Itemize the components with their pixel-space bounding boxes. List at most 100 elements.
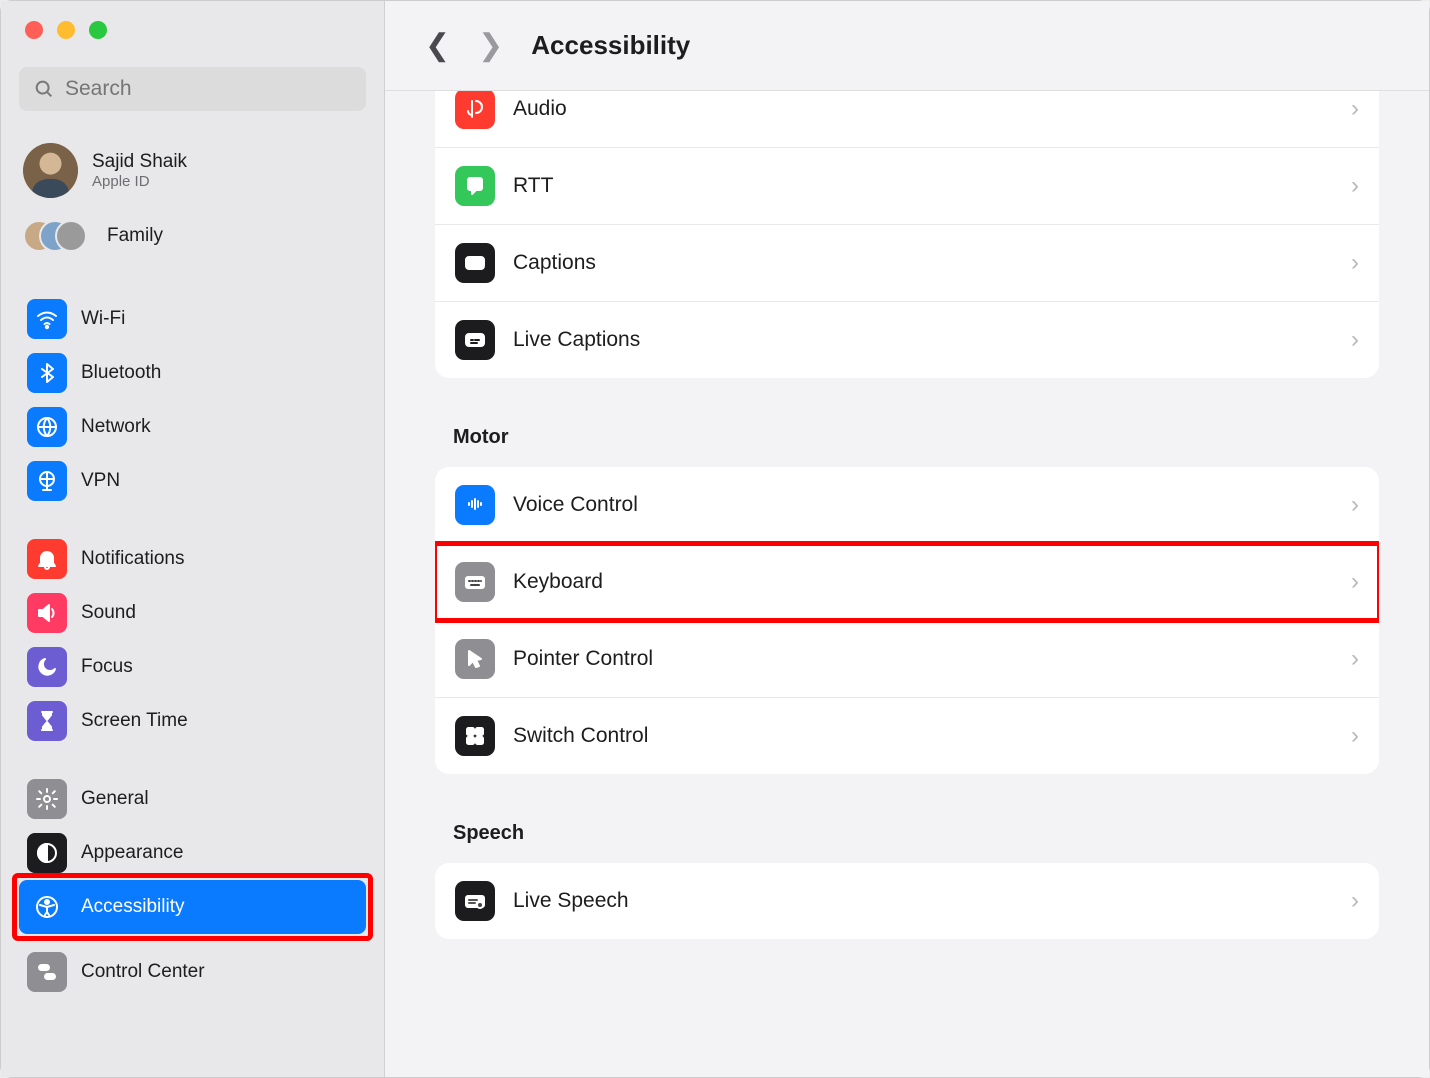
search-box[interactable] (19, 67, 366, 111)
hourglass-icon (27, 701, 67, 741)
section-title-speech: Speech (453, 822, 1379, 845)
window-controls (25, 21, 366, 39)
sidebar-item-vpn[interactable]: VPN (19, 454, 366, 508)
search-input[interactable] (65, 77, 352, 101)
user-subtitle: Apple ID (92, 173, 187, 190)
main-header: ❮ ❯ Accessibility (385, 1, 1429, 91)
family-row[interactable]: Family (19, 210, 366, 262)
live-captions-icon (455, 320, 495, 360)
list-item-label: Captions (513, 251, 1333, 275)
chevron-right-icon: › (1351, 249, 1359, 277)
sound-icon (27, 593, 67, 633)
audio-icon (455, 91, 495, 129)
sidebar-item-network[interactable]: Network (19, 400, 366, 454)
list-item-voice-control[interactable]: Voice Control › (435, 467, 1379, 544)
switches-icon (27, 952, 67, 992)
list-item-label: Pointer Control (513, 647, 1333, 671)
minimize-button[interactable] (57, 21, 75, 39)
sidebar: Sajid Shaik Apple ID Family Wi-Fi Bluetoo… (1, 1, 385, 1077)
list-item-label: RTT (513, 174, 1333, 198)
highlight-accessibility-sidebar: Accessibility (12, 873, 373, 941)
sidebar-item-accessibility[interactable]: Accessibility (19, 880, 366, 934)
pointer-icon (455, 639, 495, 679)
gear-icon (27, 779, 67, 819)
motor-list: Voice Control›Keyboard›Pointer Control›S… (435, 467, 1379, 774)
main-pane: ❮ ❯ Accessibility Audio›RTT›CCCaptions›L… (385, 1, 1429, 1077)
accessibility-icon (27, 887, 67, 927)
list-item-switch-control[interactable]: Switch Control › (435, 698, 1379, 774)
list-item-pointer-control[interactable]: Pointer Control › (435, 621, 1379, 698)
sidebar-item-label: Accessibility (81, 896, 184, 918)
chevron-right-icon: › (1351, 491, 1359, 519)
svg-text:CC: CC (469, 260, 481, 269)
keyboard-icon (455, 562, 495, 602)
sidebar-item-label: VPN (81, 470, 120, 492)
list-item-captions[interactable]: CC Captions › (435, 225, 1379, 302)
list-item-label: Audio (513, 97, 1333, 121)
live-speech-icon (455, 881, 495, 921)
page-title: Accessibility (531, 30, 690, 61)
chevron-right-icon: › (1351, 326, 1359, 354)
family-label: Family (107, 225, 163, 247)
forward-button[interactable]: ❯ (478, 28, 503, 63)
sidebar-item-sound[interactable]: Sound (19, 586, 366, 640)
sidebar-item-wi-fi[interactable]: Wi-Fi (19, 292, 366, 346)
sidebar-item-label: Appearance (81, 842, 183, 864)
user-name: Sajid Shaik (92, 151, 187, 173)
chevron-right-icon: › (1351, 887, 1359, 915)
list-item-live-captions[interactable]: Live Captions › (435, 302, 1379, 378)
captions-icon: CC (455, 243, 495, 283)
family-avatars (23, 216, 93, 256)
search-icon (33, 78, 55, 100)
list-item-rtt[interactable]: RTT › (435, 148, 1379, 225)
bell-icon (27, 539, 67, 579)
sidebar-item-label: Wi-Fi (81, 308, 125, 330)
list-item-label: Live Speech (513, 889, 1333, 913)
moon-icon (27, 647, 67, 687)
chevron-right-icon: › (1351, 722, 1359, 750)
sidebar-item-bluetooth[interactable]: Bluetooth (19, 346, 366, 400)
sidebar-item-notifications[interactable]: Notifications (19, 532, 366, 586)
list-item-label: Keyboard (513, 570, 1333, 594)
network-icon (27, 407, 67, 447)
list-item-label: Switch Control (513, 724, 1333, 748)
sidebar-item-focus[interactable]: Focus (19, 640, 366, 694)
switch-control-icon (455, 716, 495, 756)
chevron-right-icon: › (1351, 568, 1359, 596)
maximize-button[interactable] (89, 21, 107, 39)
apple-id-row[interactable]: Sajid Shaik Apple ID (19, 137, 366, 204)
avatar (23, 143, 78, 198)
chevron-right-icon: › (1351, 172, 1359, 200)
sidebar-item-label: Control Center (81, 961, 205, 983)
sidebar-item-label: Bluetooth (81, 362, 161, 384)
sidebar-item-appearance[interactable]: Appearance (19, 826, 366, 880)
list-item-audio[interactable]: Audio › (435, 91, 1379, 148)
appearance-icon (27, 833, 67, 873)
voice-control-icon (455, 485, 495, 525)
close-button[interactable] (25, 21, 43, 39)
sidebar-item-label: Focus (81, 656, 133, 678)
list-item-label: Live Captions (513, 328, 1333, 352)
speech-list: Live Speech › (435, 863, 1379, 939)
hearing-list: Audio › RTT › CC Captions › Live Captions › (435, 91, 1379, 378)
content: Audio › RTT › CC Captions › Live Captions › Moto… (385, 91, 1429, 1077)
sidebar-item-label: General (81, 788, 149, 810)
bluetooth-icon (27, 353, 67, 393)
list-item-label: Voice Control (513, 493, 1333, 517)
vpn-icon (27, 461, 67, 501)
back-button[interactable]: ❮ (425, 28, 450, 63)
sidebar-item-label: Sound (81, 602, 136, 624)
sidebar-item-label: Screen Time (81, 710, 188, 732)
list-item-live-speech[interactable]: Live Speech › (435, 863, 1379, 939)
list-item-keyboard[interactable]: Keyboard › (435, 544, 1379, 621)
rtt-icon (455, 166, 495, 206)
sidebar-item-screen-time[interactable]: Screen Time (19, 694, 366, 748)
section-title-motor: Motor (453, 426, 1379, 449)
chevron-right-icon: › (1351, 95, 1359, 123)
sidebar-item-label: Notifications (81, 548, 185, 570)
wifi-icon (27, 299, 67, 339)
sidebar-item-label: Network (81, 416, 151, 438)
sidebar-item-control-center[interactable]: Control Center (19, 945, 366, 999)
sidebar-item-general[interactable]: General (19, 772, 366, 826)
chevron-right-icon: › (1351, 645, 1359, 673)
